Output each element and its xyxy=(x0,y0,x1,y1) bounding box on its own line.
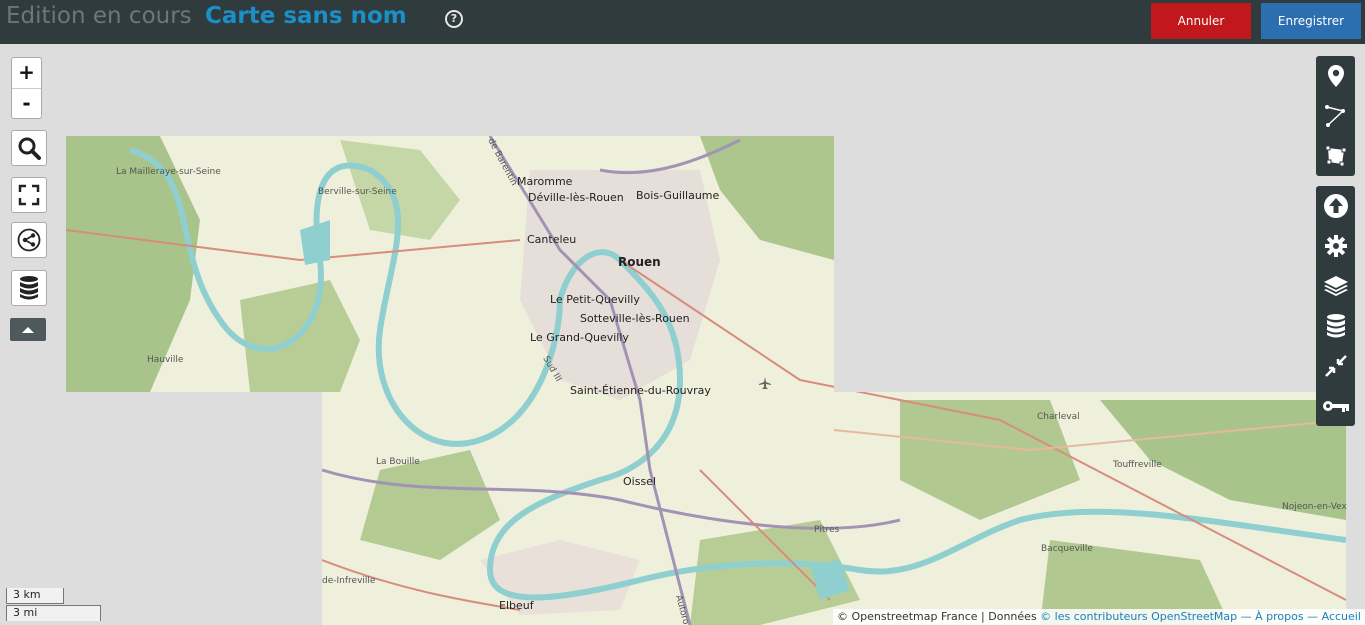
share-button[interactable] xyxy=(11,222,47,258)
search-icon xyxy=(18,137,41,160)
draw-toolbar xyxy=(1316,56,1355,176)
search-button[interactable] xyxy=(11,130,47,166)
database-icon xyxy=(1326,314,1345,338)
data-layers-icon xyxy=(20,276,38,300)
share-icon xyxy=(17,228,41,252)
map-tiles[interactable]: Rouen Maromme Déville-lès-Rouen Bois-Gui… xyxy=(0,44,1365,625)
map-label-rouen: Rouen xyxy=(618,255,661,269)
map-settings-button[interactable] xyxy=(1316,226,1355,266)
cancel-button[interactable]: Annuler xyxy=(1151,3,1251,39)
save-button[interactable]: Enregistrer xyxy=(1261,3,1361,39)
permissions-button[interactable] xyxy=(1316,386,1355,426)
collapse-controls-button[interactable] xyxy=(10,318,46,341)
gear-icon xyxy=(1324,235,1347,257)
zoom-out-button[interactable]: - xyxy=(12,89,41,119)
map-label-grand-quevilly: Le Grand-Quevilly xyxy=(530,331,629,344)
polyline-icon xyxy=(1324,105,1345,127)
map-label-oissel: Oissel xyxy=(623,475,656,488)
key-icon xyxy=(1322,401,1349,412)
data-layers-button[interactable] xyxy=(11,270,47,306)
home-link[interactable]: — Accueil xyxy=(1307,610,1361,623)
edit-status-label: Edition en cours xyxy=(6,3,192,29)
map-label-charleval: Charleval xyxy=(1037,412,1080,422)
map-label-infreville: de-Infreville xyxy=(322,576,376,586)
attribution-prefix: © Openstreetmap France | Données xyxy=(837,610,1041,623)
map-label-bois-guillaume: Bois-Guillaume xyxy=(636,189,720,202)
layers-icon xyxy=(1323,276,1348,296)
map-label-berville: Berville-sur-Seine xyxy=(318,187,397,197)
map-label-petit-quevilly: Le Petit-Quevilly xyxy=(550,293,640,306)
about-link[interactable]: — À propos xyxy=(1241,610,1304,623)
map-label-canteleu: Canteleu xyxy=(527,233,576,246)
zoom-in-button[interactable]: + xyxy=(12,58,41,89)
upload-icon xyxy=(1323,194,1348,218)
map-canvas[interactable]: Rouen Maromme Déville-lès-Rouen Bois-Gui… xyxy=(0,44,1365,625)
zoom-control: + - xyxy=(11,57,42,119)
edit-toolbar xyxy=(1316,186,1355,426)
scale-mi: 3 mi xyxy=(6,605,101,621)
draw-polyline-button[interactable] xyxy=(1316,96,1355,136)
map-label-touffreville: Touffreville xyxy=(1112,460,1162,470)
map-label-elbeuf: Elbeuf xyxy=(499,599,535,612)
center-zoom-button[interactable] xyxy=(1316,346,1355,386)
collapse-up-icon xyxy=(22,326,34,333)
map-label-mailleraye: La Mailleraye-sur-Seine xyxy=(116,167,221,177)
map-label-pitres: Pîtres xyxy=(814,525,839,535)
map-label-hauville: Hauville xyxy=(147,355,184,365)
map-label-deville: Déville-lès-Rouen xyxy=(528,191,624,204)
tile-layers-button[interactable] xyxy=(1316,266,1355,306)
map-label-saint-etienne: Saint-Étienne-du-Rouvray xyxy=(570,384,711,397)
map-label-nojeon: Nojeon-en-Vex xyxy=(1282,502,1348,512)
fullscreen-icon xyxy=(18,184,40,206)
scale-km: 3 km xyxy=(6,588,64,604)
map-label-maromme: Maromme xyxy=(517,175,573,188)
map-label-bacqueville: Bacqueville xyxy=(1041,544,1093,554)
fullscreen-button[interactable] xyxy=(11,177,47,213)
map-name-title[interactable]: Carte sans nom xyxy=(205,3,407,29)
top-bar: Edition en cours Carte sans nom ? Annule… xyxy=(0,0,1365,44)
compress-icon xyxy=(1324,355,1347,377)
manage-datalayers-button[interactable] xyxy=(1316,306,1355,346)
map-label-sotteville: Sotteville-lès-Rouen xyxy=(580,312,690,325)
import-button[interactable] xyxy=(1316,186,1355,226)
marker-icon xyxy=(1327,65,1344,87)
attribution: © Openstreetmap France | Données © les c… xyxy=(833,609,1365,625)
osm-contributors-link[interactable]: © les contributeurs OpenStreetMap xyxy=(1040,610,1237,623)
draw-polygon-button[interactable] xyxy=(1316,136,1355,176)
help-icon[interactable]: ? xyxy=(445,10,463,28)
polygon-icon xyxy=(1325,145,1346,167)
draw-marker-button[interactable] xyxy=(1316,56,1355,96)
map-label-la-bouille: La Bouille xyxy=(376,457,420,467)
